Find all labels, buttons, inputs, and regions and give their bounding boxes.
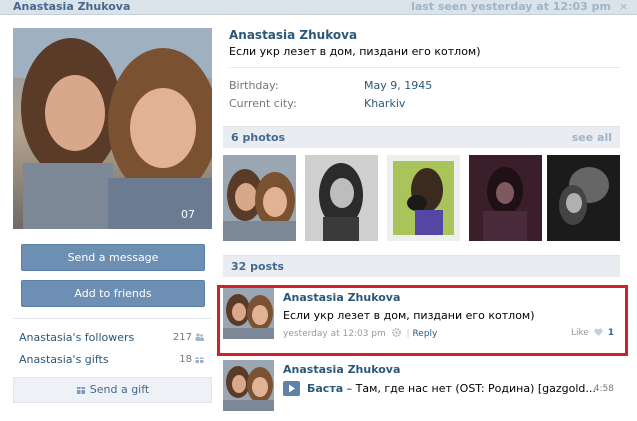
gifts-count: 18 — [179, 354, 204, 365]
people-icon — [195, 333, 204, 341]
see-all-link[interactable]: see all — [572, 131, 612, 144]
gift-icon — [76, 379, 86, 394]
left-column: 07 Send a message Add to friends Anastas… — [13, 28, 212, 403]
send-message-button[interactable]: Send a message — [21, 244, 205, 271]
city-value[interactable]: Kharkiv — [364, 97, 405, 110]
audio-title: – Там, где нас нет (OST: Родина) [gazgol… — [346, 382, 596, 395]
profile-avatar[interactable]: 07 — [13, 28, 212, 229]
followers-link[interactable]: Anastasia's followers — [19, 331, 134, 344]
profile-header-bar: Anastasia Zhukova last seen yesterday at… — [0, 0, 637, 15]
profile-name: Anastasia Zhukova — [229, 28, 358, 42]
audio-artist[interactable]: Баста — [307, 382, 343, 395]
close-icon[interactable]: × — [619, 0, 629, 13]
photos-count[interactable]: 6 photos — [231, 131, 285, 144]
divider — [13, 318, 212, 319]
posts-section-header[interactable]: 32 posts — [223, 255, 620, 277]
header-name[interactable]: Anastasia Zhukova — [13, 0, 130, 13]
gift-icon — [195, 355, 204, 363]
birthday-value[interactable]: May 9, 1945 — [364, 79, 432, 92]
audio-duration: 4:58 — [593, 384, 614, 394]
gifts-link[interactable]: Anastasia's gifts — [19, 353, 109, 366]
photo-thumbnail[interactable] — [547, 155, 620, 241]
followers-count: 217 — [173, 332, 204, 343]
divider — [229, 67, 620, 68]
birthday-label: Birthday: — [229, 79, 279, 92]
audio-track[interactable]: Баста – Там, где нас нет (OST: Родина) [… — [307, 382, 596, 395]
photo-thumbnail[interactable] — [387, 155, 460, 241]
send-gift-label: Send a gift — [89, 383, 150, 396]
photo-thumbnail[interactable] — [223, 155, 296, 241]
wall-post: Anastasia Zhukova Баста – Там, где нас н… — [223, 360, 620, 421]
post-author[interactable]: Anastasia Zhukova — [283, 363, 400, 376]
play-button[interactable] — [283, 381, 300, 396]
gifts-count-value: 18 — [179, 354, 192, 365]
play-icon — [289, 384, 295, 393]
city-label: Current city: — [229, 97, 297, 110]
posts-count[interactable]: 32 posts — [231, 260, 284, 273]
send-gift-button[interactable]: Send a gift — [13, 377, 212, 403]
last-seen-status: last seen yesterday at 12:03 pm — [411, 0, 611, 13]
profile-status[interactable]: Если укр лезет в дом, пиздани его котлом… — [229, 45, 481, 58]
photos-section-header[interactable]: 6 photos see all — [223, 126, 620, 148]
svg-text:07: 07 — [181, 208, 195, 221]
followers-count-value: 217 — [172, 332, 192, 343]
photo-thumbnail[interactable] — [305, 155, 378, 241]
photo-thumbnail[interactable] — [469, 155, 542, 241]
add-to-friends-button[interactable]: Add to friends — [21, 280, 205, 307]
photos-strip — [223, 155, 620, 241]
highlight-box — [217, 285, 628, 356]
post-avatar[interactable] — [223, 360, 274, 411]
